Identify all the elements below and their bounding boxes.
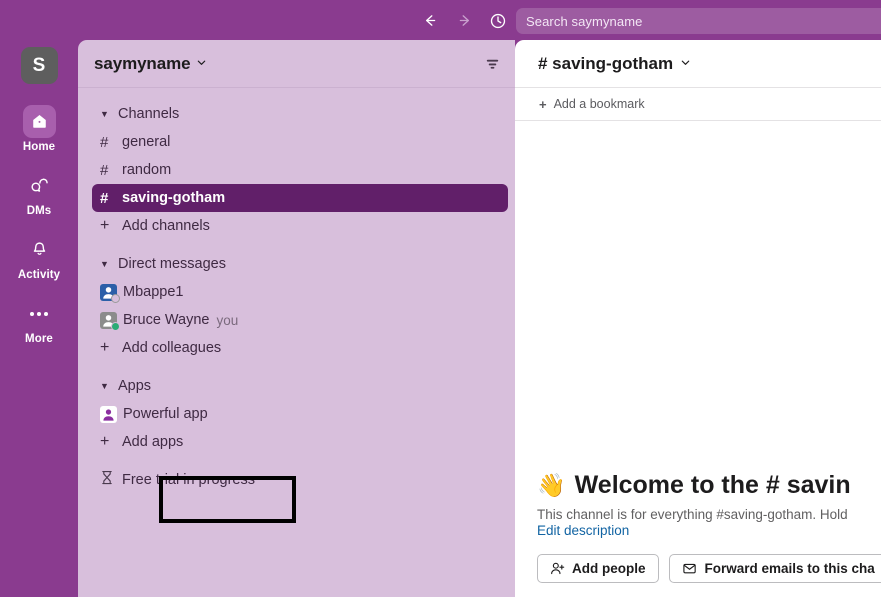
rail-item-activity[interactable]: Activity xyxy=(18,233,60,281)
sidebar-item-general[interactable]: # general xyxy=(84,128,509,156)
welcome-heading-text: Welcome to the # savin xyxy=(574,471,851,499)
plus-icon: + xyxy=(539,96,547,112)
hash-icon: # xyxy=(100,189,109,207)
sidebar: saymyname ▼ Channels # general # random xyxy=(78,40,515,597)
presence-badge xyxy=(111,293,120,303)
add-people-button[interactable]: Add people xyxy=(537,554,659,583)
workspace-header[interactable]: saymyname xyxy=(78,40,515,88)
add-channels-label: Add channels xyxy=(122,218,210,234)
dm-label-bruce-wayne: Bruce Wayne xyxy=(123,312,210,328)
channel-label-random: random xyxy=(122,162,172,178)
caret-down-icon: ▼ xyxy=(100,259,109,269)
channel-header[interactable]: # saving-gotham xyxy=(515,40,881,88)
sidebar-item-random[interactable]: # random xyxy=(84,156,509,184)
search-placeholder: Search saymyname xyxy=(526,13,643,29)
caret-down-icon: ▼ xyxy=(100,381,109,391)
forward-emails-button[interactable]: Forward emails to this cha xyxy=(668,554,881,583)
hash-icon: # xyxy=(100,133,109,151)
home-icon xyxy=(22,105,56,138)
forward-emails-label: Forward emails to this cha xyxy=(704,561,875,576)
avatar xyxy=(100,283,120,303)
top-bar: Search saymyname xyxy=(0,0,881,41)
rail-item-home[interactable]: Home xyxy=(22,105,56,153)
rail-label-more: More xyxy=(25,333,53,345)
add-apps-button[interactable]: + Add apps xyxy=(84,428,509,456)
avatar xyxy=(100,311,120,331)
rail-label-home: Home xyxy=(22,141,56,153)
sidebar-item-saving-gotham[interactable]: # saving-gotham xyxy=(92,184,508,212)
workspace-avatar[interactable]: S xyxy=(20,47,58,84)
section-label-direct-messages: Direct messages xyxy=(118,256,226,272)
presence-badge-active xyxy=(111,321,120,331)
arrow-right-icon[interactable] xyxy=(454,11,474,31)
plus-icon: + xyxy=(100,217,110,234)
chevron-down-icon xyxy=(680,57,691,71)
search-input[interactable]: Search saymyname xyxy=(516,8,881,34)
sidebar-item-dm-bruce-wayne[interactable]: Bruce Wayne you xyxy=(84,306,509,334)
add-colleagues-button[interactable]: + Add colleagues xyxy=(84,334,509,362)
hash-icon: # xyxy=(100,161,109,179)
rail-label-dms: DMs xyxy=(26,205,52,217)
rail-label-activity: Activity xyxy=(17,269,61,281)
sidebar-item-powerful-app[interactable]: Powerful app xyxy=(84,400,509,428)
section-label-apps: Apps xyxy=(118,378,152,394)
section-label-channels: Channels xyxy=(118,106,180,122)
welcome-description: This channel is for everything #saving-g… xyxy=(537,507,848,522)
rail-item-dms[interactable]: DMs xyxy=(23,169,56,217)
section-header-direct-messages[interactable]: ▼ Direct messages xyxy=(84,250,509,278)
add-apps-label: Add apps xyxy=(122,434,184,450)
plus-icon: + xyxy=(100,433,110,450)
ellipsis-icon xyxy=(23,297,56,330)
plus-icon: + xyxy=(100,339,110,356)
you-tag: you xyxy=(216,312,239,328)
chevron-down-icon xyxy=(196,57,207,71)
add-bookmark-label: Add a bookmark xyxy=(553,97,645,111)
sidebar-nav-list: ▼ Channels # general # random # saving-g… xyxy=(78,88,515,494)
workspace-name: saymyname xyxy=(94,53,191,73)
edit-description-link[interactable]: Edit description xyxy=(537,523,881,538)
dm-label-mbappe1: Mbappe1 xyxy=(123,284,184,300)
add-channels-button[interactable]: + Add channels xyxy=(84,212,509,240)
slack-window: Search saymyname S Home DMs Activity Mor… xyxy=(0,0,881,597)
filter-icon[interactable] xyxy=(484,55,501,72)
section-header-channels[interactable]: ▼ Channels xyxy=(84,100,509,128)
add-people-label: Add people xyxy=(572,561,646,576)
section-header-apps[interactable]: ▼ Apps xyxy=(84,372,509,400)
caret-down-icon: ▼ xyxy=(100,109,109,119)
bell-icon xyxy=(23,233,56,266)
hourglass-icon xyxy=(100,470,122,490)
free-trial-item[interactable]: Free trial in progress xyxy=(84,466,509,494)
channel-label-general: general xyxy=(122,134,171,150)
waving-hand-icon: 👋 xyxy=(537,472,566,498)
left-rail: S Home DMs Activity More xyxy=(0,41,78,597)
main-panel: # saving-gotham + Add a bookmark 👋 Welco… xyxy=(515,40,881,597)
arrow-left-icon[interactable] xyxy=(420,11,440,31)
envelope-icon xyxy=(682,563,696,574)
clock-icon[interactable] xyxy=(488,11,508,31)
add-bookmark-button[interactable]: + Add a bookmark xyxy=(515,88,881,121)
add-colleagues-label: Add colleagues xyxy=(122,340,222,356)
app-avatar xyxy=(100,405,117,423)
rail-item-more[interactable]: More xyxy=(23,297,56,345)
person-add-icon xyxy=(551,562,565,575)
channel-welcome-block: 👋 Welcome to the # savin This channel is… xyxy=(515,471,881,597)
channel-label-saving-gotham: saving-gotham xyxy=(122,190,226,206)
dms-icon xyxy=(23,169,56,202)
sidebar-item-dm-mbappe1[interactable]: Mbappe1 xyxy=(84,278,509,306)
welcome-action-buttons: Add people Forward emails to this cha xyxy=(537,554,881,583)
free-trial-label: Free trial in progress xyxy=(122,472,255,488)
nav-icon-group xyxy=(420,11,508,31)
page-title: # saving-gotham xyxy=(538,53,674,73)
welcome-heading: 👋 Welcome to the # savin xyxy=(537,471,881,500)
app-label-powerful-app: Powerful app xyxy=(123,406,208,422)
